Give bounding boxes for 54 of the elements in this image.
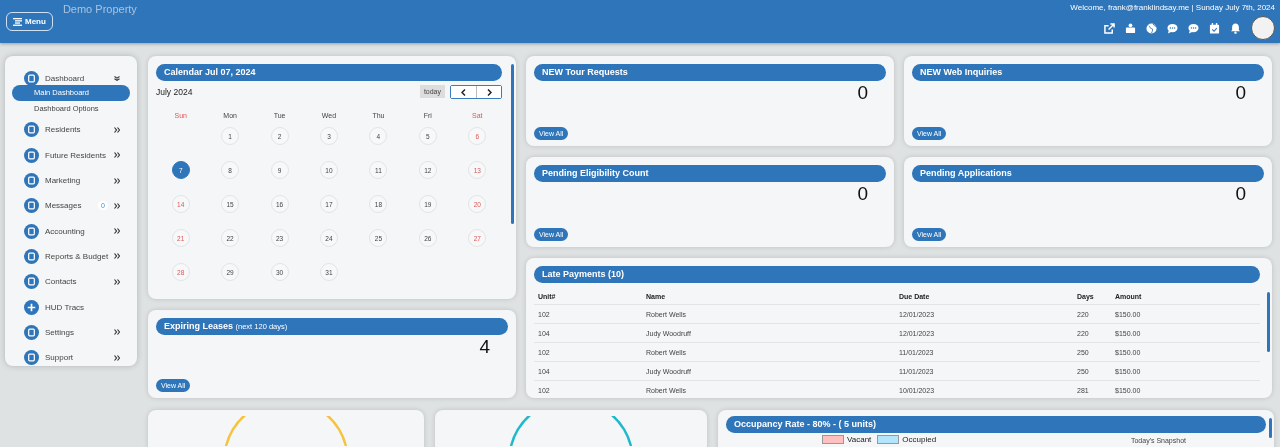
sidebar-item[interactable]: Settings	[12, 319, 130, 345]
sidebar-item[interactable]: HUD Tracs	[12, 294, 130, 320]
chevron-left-icon	[461, 88, 466, 96]
menu-button[interactable]: Menu	[6, 12, 53, 31]
stat-value: 0	[1234, 82, 1247, 104]
stat-value: 0	[856, 82, 869, 104]
sidebar-item[interactable]: Future Residents	[12, 142, 130, 168]
card-title: Pending Applications	[912, 165, 1264, 182]
property-name: Demo Property	[62, 3, 137, 15]
avatar[interactable]	[1251, 16, 1275, 40]
card-title: Pending Eligibility Count	[534, 165, 886, 182]
share-icon[interactable]	[1104, 22, 1115, 34]
legend-label: Occupied	[902, 435, 937, 444]
sidebar-item[interactable]: Marketing	[12, 167, 130, 194]
sidebar-item[interactable]: Accounting	[12, 218, 130, 244]
card-title: NEW Tour Requests	[534, 64, 886, 81]
sidebar-item[interactable]: Contacts	[12, 269, 130, 295]
scrollbar[interactable]	[511, 64, 514, 224]
calendar-icon[interactable]	[1209, 22, 1220, 34]
double-chevron-icon	[114, 354, 120, 361]
card-title: Occupancy Rate - 80% - ( 5 units)	[726, 416, 1266, 433]
bell-icon[interactable]	[1230, 22, 1241, 34]
double-chevron-icon	[114, 253, 120, 260]
double-chevron-icon	[114, 126, 120, 133]
double-chevron-icon	[114, 152, 120, 159]
globe-icon[interactable]	[1146, 22, 1157, 34]
plus-icon	[24, 299, 39, 315]
chat-icon[interactable]	[1167, 22, 1178, 34]
legend-label: Vacant	[847, 435, 872, 444]
card-title: Late Payments (10)	[534, 266, 1260, 283]
welcome-text: Welcome, frank@franklindsay.me | Sunday July 7th, 2024	[1070, 3, 1275, 12]
next-button[interactable]	[476, 86, 501, 98]
chevron-right-icon	[486, 88, 492, 96]
stat-value: 4	[478, 336, 491, 358]
chat-icon[interactable]	[1188, 22, 1199, 34]
month-label: July 2024	[156, 87, 193, 97]
sidebar-item[interactable]: Support	[12, 344, 130, 371]
inbox-icon[interactable]	[1125, 22, 1136, 34]
scrollbar[interactable]	[1269, 418, 1272, 438]
scrollbar[interactable]	[1267, 292, 1270, 352]
card-title: NEW Web Inquiries	[912, 64, 1264, 81]
double-chevron-down-icon	[114, 76, 120, 82]
menu-icon	[13, 17, 22, 26]
sidebar-item[interactable]: Residents	[12, 117, 130, 143]
stat-value: 0	[1234, 183, 1247, 205]
double-chevron-icon	[114, 228, 120, 235]
card-title: Calendar Jul 07, 2024	[156, 64, 502, 81]
previous-button[interactable]	[451, 86, 476, 98]
sidebar-item[interactable]: Reports & Budget	[12, 243, 130, 270]
double-chevron-icon	[114, 202, 120, 209]
double-chevron-icon	[114, 329, 120, 336]
stat-value: 0	[856, 183, 869, 205]
double-chevron-icon	[114, 278, 120, 285]
double-chevron-icon	[114, 177, 120, 184]
